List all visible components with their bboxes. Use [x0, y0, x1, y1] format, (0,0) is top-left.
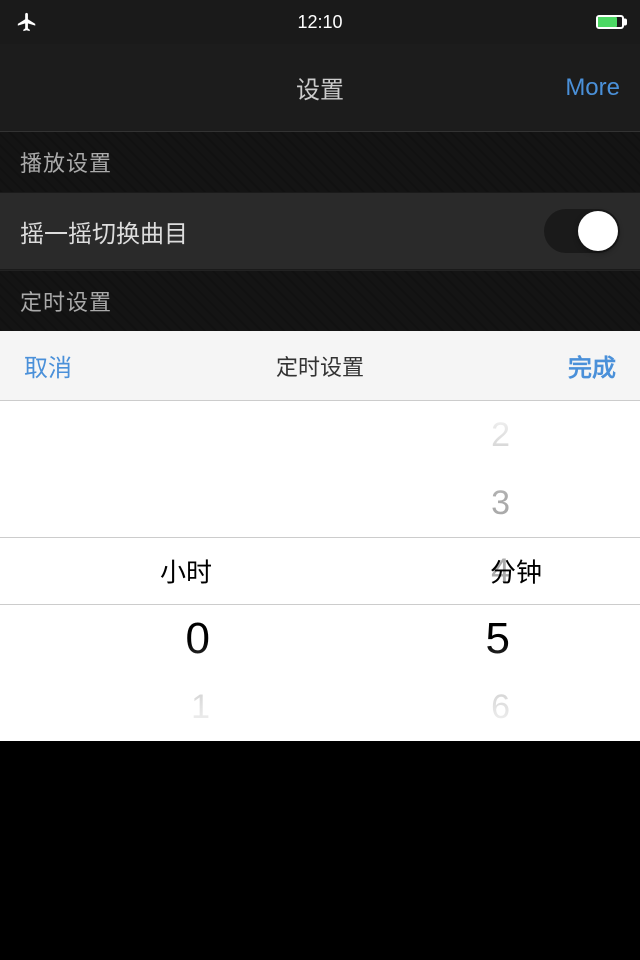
- minutes-numbers: 2 3 4 5 6 7 8: [320, 401, 600, 741]
- done-button[interactable]: 完成: [568, 348, 616, 383]
- shake-toggle[interactable]: [544, 209, 620, 253]
- nav-bar: 设置 More: [0, 44, 640, 132]
- min-item-6[interactable]: 6: [491, 673, 510, 741]
- more-button[interactable]: More: [565, 74, 620, 102]
- hour-item-1[interactable]: 1: [191, 673, 210, 741]
- shake-toggle-row[interactable]: 摇一摇切换曲目: [0, 192, 640, 270]
- status-time: 12:10: [297, 12, 342, 33]
- status-right: [596, 15, 624, 29]
- shake-label: 摇一摇切换曲目: [20, 214, 188, 249]
- status-bar: 12:10: [0, 0, 640, 44]
- min-item-2[interactable]: 2: [491, 401, 510, 469]
- cancel-button[interactable]: 取消: [24, 348, 72, 383]
- picker-wheel[interactable]: 0 1 2 小时 2 3 4 5 6 7 8 分钟: [0, 401, 640, 741]
- playback-section-header: 播放设置: [0, 132, 640, 192]
- hours-column[interactable]: 0 1 2: [0, 401, 300, 741]
- picker-title: 定时设置: [276, 350, 364, 382]
- toggle-knob: [578, 211, 618, 251]
- battery-fill: [598, 17, 617, 27]
- min-item-5[interactable]: 5: [486, 605, 510, 673]
- airplane-icon: [16, 11, 38, 33]
- hours-label: 小时: [160, 553, 212, 590]
- timer-section-header: 定时设置: [0, 270, 640, 331]
- hour-item-0[interactable]: 0: [186, 605, 210, 673]
- picker-nav: 取消 定时设置 完成: [0, 331, 640, 401]
- hours-numbers: 0 1 2: [0, 401, 300, 741]
- battery-icon: [596, 15, 624, 29]
- nav-title: 设置: [296, 70, 344, 105]
- min-item-3[interactable]: 3: [491, 469, 510, 537]
- minutes-label: 分钟: [490, 553, 542, 590]
- status-left: [16, 11, 38, 33]
- minutes-column[interactable]: 2 3 4 5 6 7 8: [320, 401, 600, 741]
